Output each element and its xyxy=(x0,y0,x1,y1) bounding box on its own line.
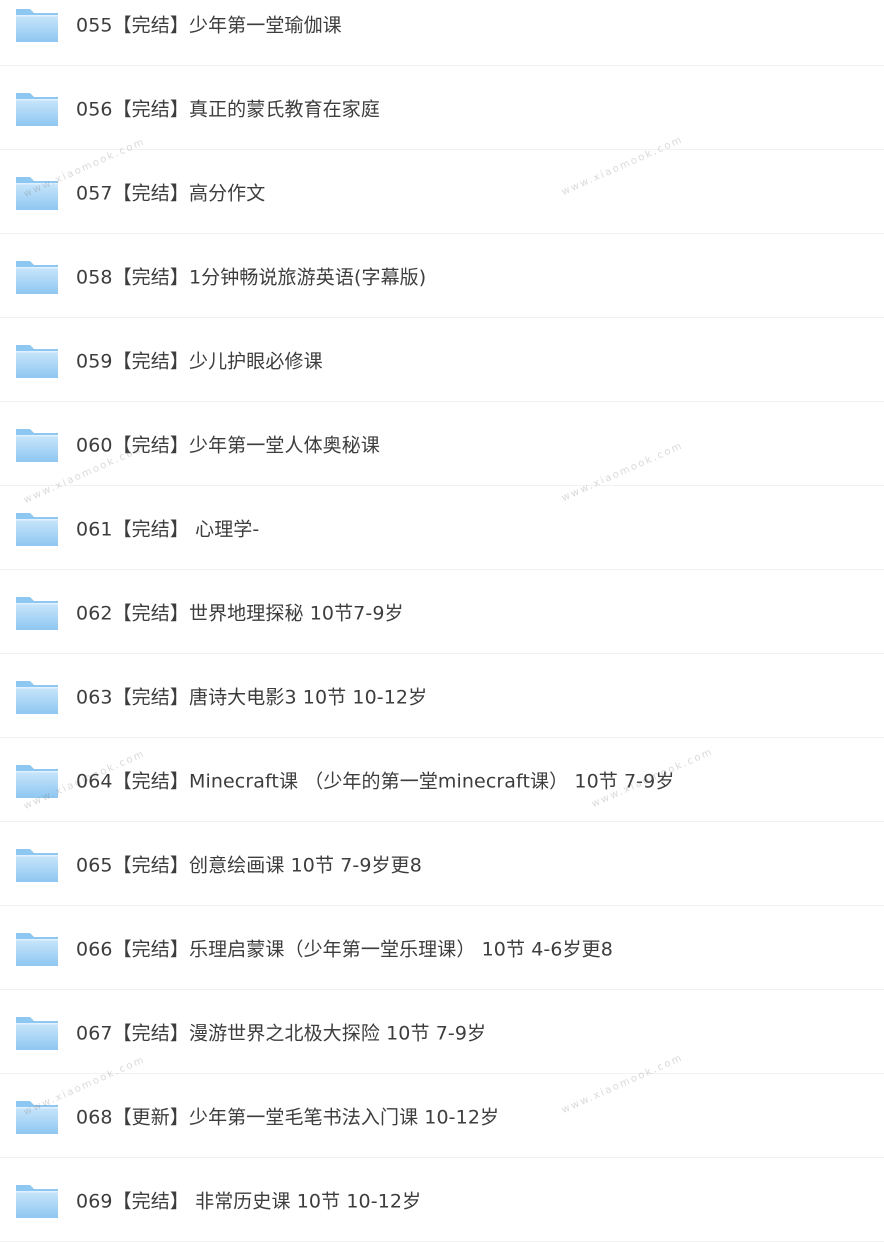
folder-icon xyxy=(15,89,59,127)
folder-row-062[interactable]: 062【完结】世界地理探秘 10节7-9岁 xyxy=(0,570,884,654)
folder-row-059[interactable]: 059【完结】少儿护眼必修课 xyxy=(0,318,884,402)
folder-icon xyxy=(15,845,59,883)
folder-name: 055【完结】少年第一堂瑜伽课 xyxy=(76,14,342,36)
folder-name: 063【完结】唐诗大电影3 10节 10-12岁 xyxy=(76,686,428,708)
folder-icon xyxy=(15,1181,59,1219)
folder-icon xyxy=(15,425,59,463)
folder-name: 067【完结】漫游世界之北极大探险 10节 7-9岁 xyxy=(76,1022,487,1044)
folder-name: 061【完结】 心理学- xyxy=(76,518,260,540)
folder-row-064[interactable]: 064【完结】Minecraft课 （少年的第一堂minecraft课） 10节… xyxy=(0,738,884,822)
folder-name: 068【更新】少年第一堂毛笔书法入门课 10-12岁 xyxy=(76,1106,500,1128)
folder-name: 060【完结】少年第一堂人体奥秘课 xyxy=(76,434,380,456)
folder-name: 059【完结】少儿护眼必修课 xyxy=(76,350,323,372)
folder-name: 065【完结】创意绘画课 10节 7-9岁更8 xyxy=(76,854,422,876)
folder-icon xyxy=(15,677,59,715)
folder-icon xyxy=(15,5,59,43)
folder-row-065[interactable]: 065【完结】创意绘画课 10节 7-9岁更8 xyxy=(0,822,884,906)
folder-name: 069【完结】 非常历史课 10节 10-12岁 xyxy=(76,1190,422,1212)
folder-icon xyxy=(15,173,59,211)
folder-icon xyxy=(15,1013,59,1051)
folder-row-068[interactable]: 068【更新】少年第一堂毛笔书法入门课 10-12岁 xyxy=(0,1074,884,1158)
folder-icon xyxy=(15,761,59,799)
folder-row-058[interactable]: 058【完结】1分钟畅说旅游英语(字幕版) xyxy=(0,234,884,318)
folder-row-055[interactable]: 055【完结】少年第一堂瑜伽课 xyxy=(0,0,884,66)
folder-name: 056【完结】真正的蒙氏教育在家庭 xyxy=(76,98,380,120)
folder-row-067[interactable]: 067【完结】漫游世界之北极大探险 10节 7-9岁 xyxy=(0,990,884,1074)
folder-row-056[interactable]: 056【完结】真正的蒙氏教育在家庭 xyxy=(0,66,884,150)
folder-row-061[interactable]: 061【完结】 心理学- xyxy=(0,486,884,570)
folder-icon xyxy=(15,593,59,631)
folder-row-066[interactable]: 066【完结】乐理启蒙课（少年第一堂乐理课） 10节 4-6岁更8 xyxy=(0,906,884,990)
folder-name: 058【完结】1分钟畅说旅游英语(字幕版) xyxy=(76,266,427,288)
folder-icon xyxy=(15,509,59,547)
folder-name: 064【完结】Minecraft课 （少年的第一堂minecraft课） 10节… xyxy=(76,770,675,792)
folder-row-057[interactable]: 057【完结】高分作文 xyxy=(0,150,884,234)
folder-row-069[interactable]: 069【完结】 非常历史课 10节 10-12岁 xyxy=(0,1158,884,1242)
folder-icon xyxy=(15,257,59,295)
folder-name: 066【完结】乐理启蒙课（少年第一堂乐理课） 10节 4-6岁更8 xyxy=(76,938,613,960)
folder-icon xyxy=(15,341,59,379)
folder-row-060[interactable]: 060【完结】少年第一堂人体奥秘课 xyxy=(0,402,884,486)
folder-name: 062【完结】世界地理探秘 10节7-9岁 xyxy=(76,602,404,624)
folder-icon xyxy=(15,1097,59,1135)
folder-icon xyxy=(15,929,59,967)
folder-name: 057【完结】高分作文 xyxy=(76,182,266,204)
folder-row-063[interactable]: 063【完结】唐诗大电影3 10节 10-12岁 xyxy=(0,654,884,738)
